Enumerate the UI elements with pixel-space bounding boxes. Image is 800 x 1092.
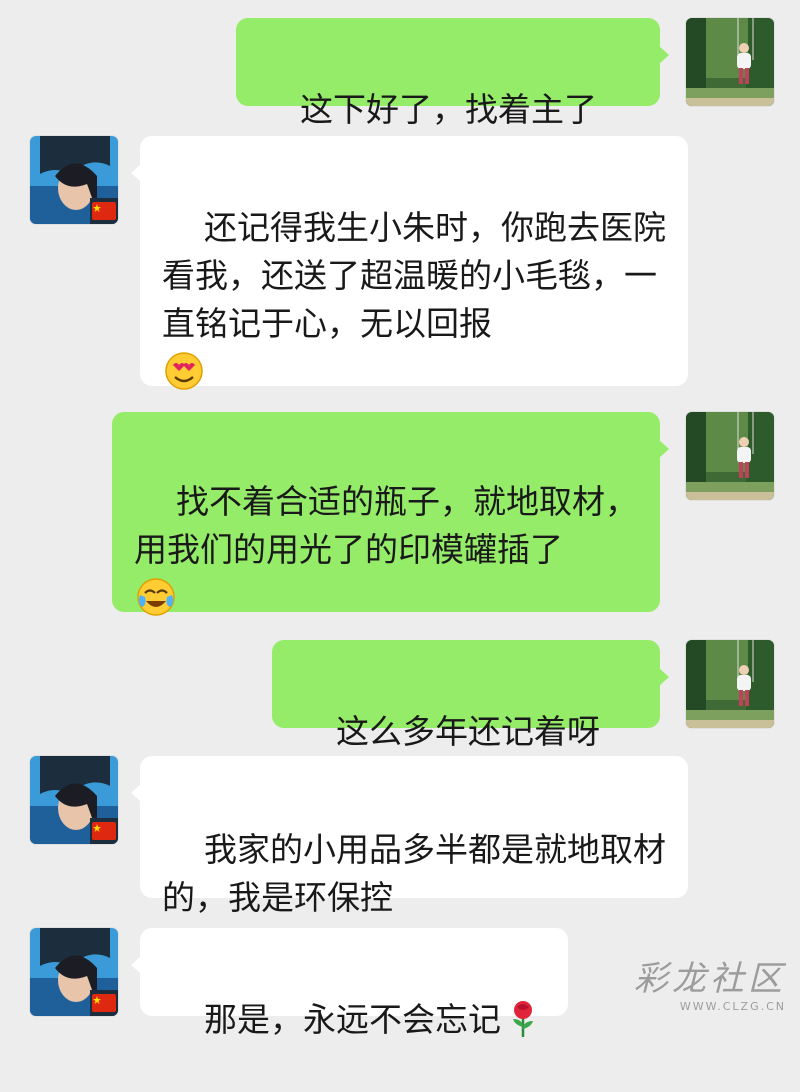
message-text: 这下好了，找着主了: [299, 90, 597, 129]
message-bubble[interactable]: 那是，永远不会忘记: [131, 928, 568, 1039]
message-text: 找不着合适的瓶子，就地取材，用我们的用光了的印模罐插了: [134, 482, 638, 569]
watermark-title: 彩龙社区: [634, 959, 786, 999]
heart-eyes-emoji-icon: [165, 352, 203, 390]
message-bubble[interactable]: 找不着合适的瓶子，就地取材，用我们的用光了的印模罐插了: [112, 412, 669, 616]
message-text: 还记得我生小朱时，你跑去医院看我，还送了超温暖的小毛毯，一直铭记于心，无以回报: [162, 208, 666, 343]
rose-emoji-icon: [512, 1001, 533, 1037]
china-flag-icon: [92, 202, 116, 220]
message-text: 我家的小用品多半都是就地取材的，我是环保控: [162, 830, 666, 917]
message-bubble[interactable]: 我家的小用品多半都是就地取材的，我是环保控: [131, 756, 688, 917]
site-watermark: 彩龙社区 WWW.CLZG.CN: [634, 951, 786, 1013]
message-text: 这么多年还记着呀: [335, 712, 600, 751]
message-text: 那是，永远不会忘记: [203, 1000, 501, 1039]
china-flag-icon: [92, 822, 116, 840]
china-flag-icon: [92, 994, 116, 1012]
contact-avatar[interactable]: [30, 928, 118, 1016]
my-avatar[interactable]: [686, 18, 774, 106]
watermark-url: WWW.CLZG.CN: [679, 1000, 786, 1013]
message-bubble[interactable]: 这么多年还记着呀: [272, 640, 669, 798]
my-avatar[interactable]: [686, 412, 774, 500]
message-bubble[interactable]: 这下好了，找着主了: [236, 18, 669, 176]
message-bubble[interactable]: 还记得我生小朱时，你跑去医院看我，还送了超温暖的小毛毯，一直铭记于心，无以回报: [131, 136, 688, 390]
contact-avatar[interactable]: [30, 136, 118, 224]
tears-of-joy-emoji-icon: [137, 578, 175, 616]
contact-avatar[interactable]: [30, 756, 118, 844]
my-avatar[interactable]: [686, 640, 774, 728]
